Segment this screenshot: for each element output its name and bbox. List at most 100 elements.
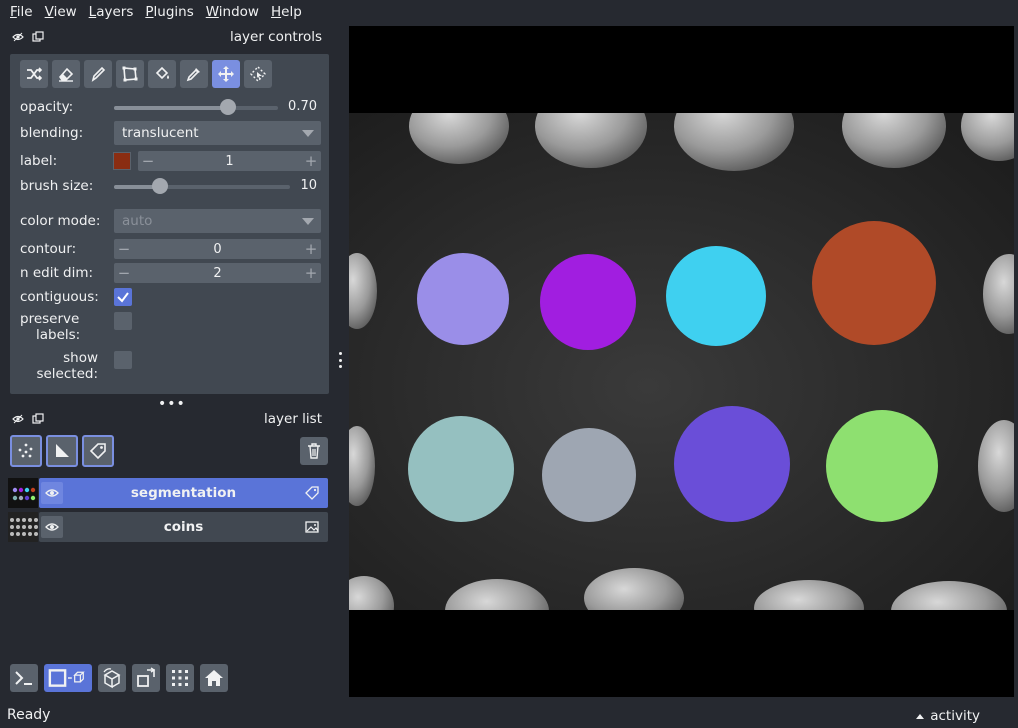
status-text: Ready — [7, 706, 51, 723]
color-mode-dropdown[interactable]: auto — [114, 209, 321, 233]
menu-help[interactable]: Help — [265, 4, 308, 20]
label-tools-row — [20, 60, 272, 88]
triangle-up-icon — [916, 713, 925, 719]
float-panel-icon[interactable] — [32, 31, 44, 43]
trash-icon — [308, 443, 320, 459]
n-edit-dim-label: n edit dim: — [20, 265, 94, 281]
image-icon — [305, 521, 319, 533]
console-icon — [15, 671, 32, 685]
blending-dropdown[interactable]: translucent — [114, 121, 321, 145]
contour-increment-button[interactable]: + — [301, 239, 321, 259]
menu-plugins[interactable]: Plugins — [139, 4, 199, 20]
checkmark-icon — [117, 292, 129, 303]
fill-bucket-icon — [155, 66, 169, 80]
activity-label: activity — [930, 708, 980, 724]
layer-controls-panel: opacity: 0.70 blending: translucent labe… — [10, 54, 329, 394]
coins-image — [349, 26, 1014, 697]
opacity-slider[interactable] — [114, 96, 278, 118]
opacity-label: opacity: — [20, 99, 74, 115]
blending-value: translucent — [122, 125, 199, 141]
layer-name[interactable]: coins — [69, 512, 298, 542]
transpose-button[interactable] — [132, 664, 160, 692]
visibility-toggle[interactable] — [41, 516, 63, 538]
eye-icon — [45, 523, 59, 531]
new-shapes-layer-button[interactable] — [46, 435, 78, 467]
opacity-value: 0.70 — [288, 99, 317, 114]
chevron-down-icon — [302, 218, 314, 225]
brush-size-slider[interactable] — [114, 175, 290, 197]
eye-icon[interactable] — [12, 413, 24, 425]
eye-icon — [45, 489, 59, 497]
new-labels-layer-button[interactable] — [82, 435, 114, 467]
home-button[interactable] — [200, 664, 228, 692]
label-increment-button[interactable]: + — [301, 151, 321, 171]
contour-value[interactable]: 0 — [134, 242, 301, 257]
dock-splitter-handle[interactable] — [338, 352, 342, 368]
paint-button[interactable] — [84, 60, 112, 88]
eye-icon[interactable] — [12, 31, 24, 43]
contiguous-label: contiguous: — [20, 289, 99, 305]
menu-layers[interactable]: Layers — [83, 4, 140, 20]
console-button[interactable] — [10, 664, 38, 692]
viewer-buttons — [10, 664, 228, 692]
menu-view[interactable]: View — [39, 4, 83, 20]
n-edit-dim-spinbox[interactable]: − 2 + — [114, 263, 321, 283]
show-selected-label: show selected: — [36, 350, 98, 382]
n-edit-dim-increment-button[interactable]: + — [301, 263, 321, 283]
pick-button[interactable] — [180, 60, 208, 88]
polygon-icon — [122, 66, 138, 82]
label-decrement-button[interactable]: − — [138, 151, 158, 171]
label-spinbox[interactable]: − 1 + — [138, 151, 321, 171]
layer-row-coins[interactable]: coins — [8, 512, 328, 542]
brush-size-slider-handle[interactable] — [152, 178, 168, 194]
layer-list-title: layer list — [264, 411, 322, 427]
layer-thumbnail — [8, 512, 38, 542]
menu-bar: File View Layers Plugins Window Help — [0, 0, 1018, 24]
layer-controls-title: layer controls — [230, 29, 322, 45]
layer-name[interactable]: segmentation — [69, 478, 298, 508]
activity-button[interactable]: activity — [916, 708, 980, 724]
transpose-icon — [137, 667, 156, 687]
layer-thumbnail — [8, 478, 38, 508]
grid-icon — [172, 670, 188, 686]
label-label: label: — [20, 153, 58, 169]
contour-decrement-button[interactable]: − — [114, 239, 134, 259]
grid-button[interactable] — [166, 664, 194, 692]
contour-spinbox[interactable]: − 0 + — [114, 239, 321, 259]
brush-size-label: brush size: — [20, 178, 94, 194]
float-panel-icon[interactable] — [32, 413, 44, 425]
visibility-toggle[interactable] — [41, 482, 63, 504]
n-edit-dim-decrement-button[interactable]: − — [114, 263, 134, 283]
layer-row-segmentation[interactable]: segmentation — [8, 478, 328, 508]
transform-button[interactable] — [244, 60, 272, 88]
new-points-layer-button[interactable] — [10, 435, 42, 467]
n-edit-dim-value[interactable]: 2 — [134, 266, 301, 281]
menu-file[interactable]: File — [4, 4, 39, 20]
brush-size-value: 10 — [300, 178, 317, 193]
contour-label: contour: — [20, 241, 77, 257]
preserve-labels-label: preserve labels: — [20, 311, 81, 343]
contiguous-checkbox[interactable] — [114, 288, 132, 306]
blending-label: blending: — [20, 125, 84, 141]
move-icon — [218, 66, 234, 82]
ndisplay-toggle-button[interactable] — [44, 664, 92, 692]
menu-window[interactable]: Window — [200, 4, 265, 20]
fill-button[interactable] — [148, 60, 176, 88]
preserve-labels-checkbox[interactable] — [114, 312, 132, 330]
roll-dims-icon — [103, 668, 121, 689]
points-icon — [18, 443, 33, 458]
home-icon — [205, 670, 223, 686]
delete-layer-button[interactable] — [300, 437, 328, 465]
pan-zoom-button[interactable] — [212, 60, 240, 88]
polygon-button[interactable] — [116, 60, 144, 88]
viewer-canvas[interactable] — [349, 26, 1014, 697]
erase-button[interactable] — [52, 60, 80, 88]
roll-dims-button[interactable] — [98, 664, 126, 692]
ndisplay-toggle-icon — [48, 669, 85, 687]
shuffle-colors-button[interactable] — [20, 60, 48, 88]
label-tag-icon — [305, 486, 319, 500]
label-value[interactable]: 1 — [158, 154, 301, 169]
opacity-slider-handle[interactable] — [220, 99, 236, 115]
show-selected-checkbox[interactable] — [114, 351, 132, 369]
status-bar: Ready activity — [0, 701, 1018, 728]
